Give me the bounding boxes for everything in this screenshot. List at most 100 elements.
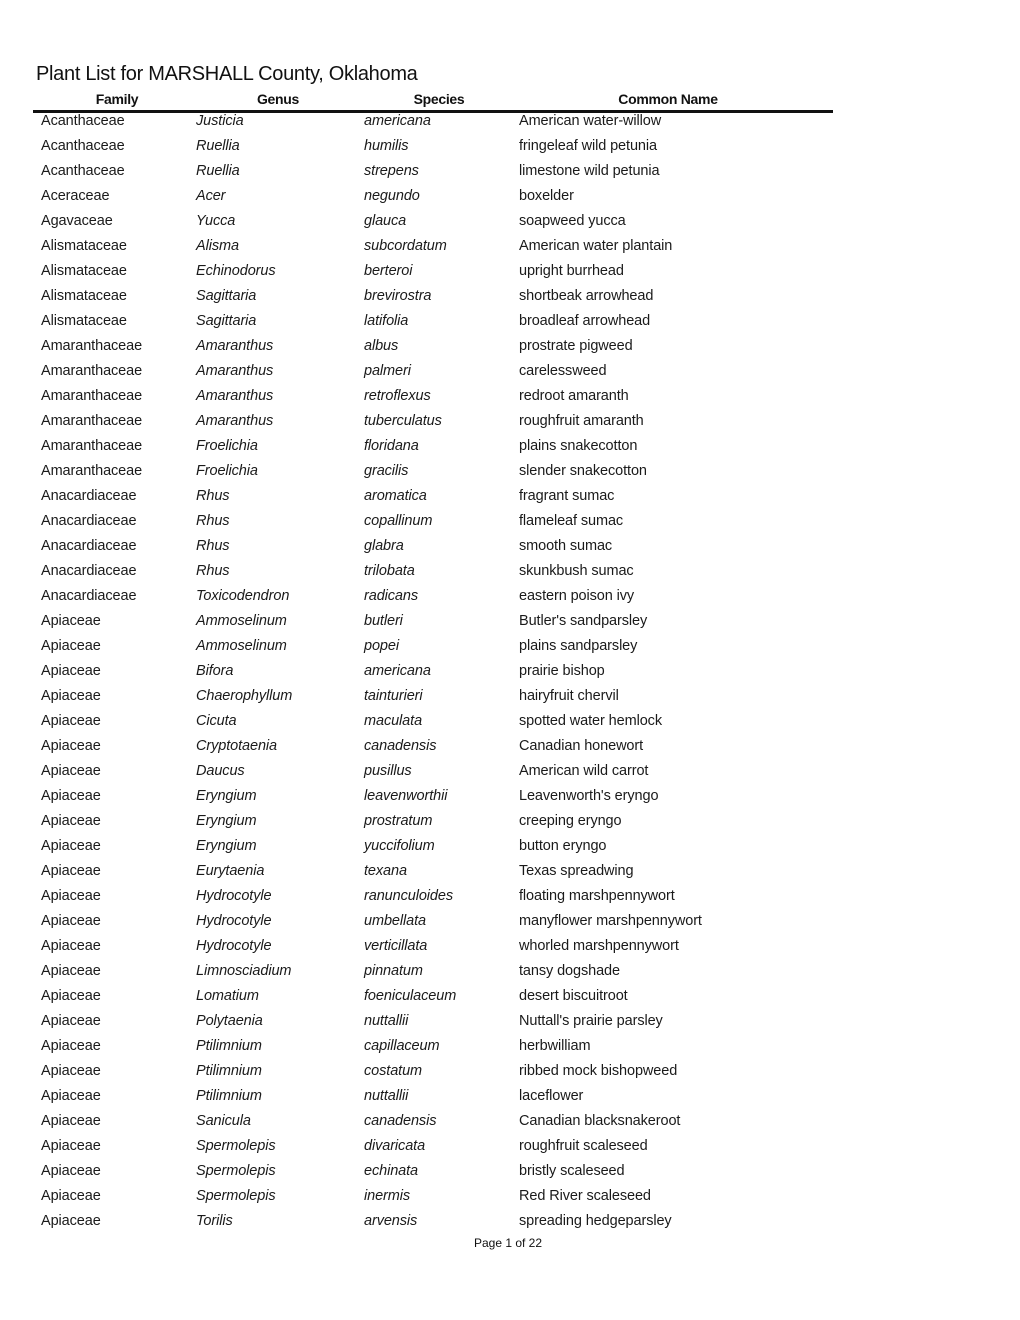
cell-family: Apiaceae bbox=[41, 713, 101, 729]
cell-family: Acanthaceae bbox=[41, 113, 125, 129]
table-row: Alismataceae Sagittaria latifolia broadleaf… bbox=[0, 312, 1020, 337]
table-row: Amaranthaceae Amaranthus palmeri carelesswe… bbox=[0, 362, 1020, 387]
cell-species: divaricata bbox=[364, 1138, 426, 1154]
table-row: Apiaceae Bifora americana prairie bishop bbox=[0, 662, 1020, 687]
cell-genus: Yucca bbox=[196, 213, 236, 229]
cell-genus: Spermolepis bbox=[196, 1138, 276, 1154]
cell-family: Acanthaceae bbox=[41, 138, 125, 154]
cell-species: palmeri bbox=[364, 363, 411, 379]
cell-species: berteroi bbox=[364, 263, 413, 279]
cell-species: foeniculaceum bbox=[364, 988, 457, 1004]
cell-genus: Justicia bbox=[196, 113, 244, 129]
cell-species: aromatica bbox=[364, 488, 427, 504]
cell-family: Apiaceae bbox=[41, 1113, 101, 1129]
document-page: Plant List for MARSHALL County, Oklahoma… bbox=[0, 0, 1020, 1320]
cell-common-name: limestone wild petunia bbox=[519, 163, 660, 179]
cell-family: Apiaceae bbox=[41, 688, 101, 704]
cell-family: Alismataceae bbox=[41, 263, 127, 279]
cell-family: Apiaceae bbox=[41, 1188, 101, 1204]
cell-common-name: fringeleaf wild petunia bbox=[519, 138, 657, 154]
cell-common-name: Leavenworth's eryngo bbox=[519, 788, 659, 804]
cell-common-name: Texas spreadwing bbox=[519, 863, 634, 879]
cell-genus: Alisma bbox=[196, 238, 239, 254]
cell-species: humilis bbox=[364, 138, 409, 154]
cell-common-name: soapweed yucca bbox=[519, 213, 626, 229]
table-row: Acanthaceae Justicia americana American wat… bbox=[0, 112, 1020, 137]
table-row: Aceraceae Acer negundo boxelder bbox=[0, 187, 1020, 212]
cell-species: pinnatum bbox=[364, 963, 423, 979]
cell-genus: Ptilimnium bbox=[196, 1088, 262, 1104]
cell-common-name: broadleaf arrowhead bbox=[519, 313, 651, 329]
cell-species: canadensis bbox=[364, 1113, 437, 1129]
table-row: Apiaceae Cryptotaenia canadensis Canadian h… bbox=[0, 737, 1020, 762]
cell-genus: Ammoselinum bbox=[196, 638, 287, 654]
cell-species: subcordatum bbox=[364, 238, 447, 254]
cell-species: umbellata bbox=[364, 913, 426, 929]
table-header: Family Genus Species Common Name bbox=[33, 90, 833, 113]
cell-family: Anacardiaceae bbox=[41, 538, 137, 554]
cell-genus: Torilis bbox=[196, 1213, 233, 1229]
cell-genus: Froelichia bbox=[196, 438, 258, 454]
table-row: Acanthaceae Ruellia humilis fringeleaf wild… bbox=[0, 137, 1020, 162]
cell-family: Anacardiaceae bbox=[41, 563, 137, 579]
table-row: Alismataceae Sagittaria brevirostra shortbe… bbox=[0, 287, 1020, 312]
cell-common-name: Butler's sandparsley bbox=[519, 613, 648, 629]
table-row: Apiaceae Eryngium leavenworthii Leavenworth… bbox=[0, 787, 1020, 812]
cell-common-name: slender snakecotton bbox=[519, 463, 647, 479]
cell-family: Apiaceae bbox=[41, 963, 101, 979]
cell-family: Amaranthaceae bbox=[41, 438, 143, 454]
table-row: Apiaceae Eryngium prostratum creeping eryng… bbox=[0, 812, 1020, 837]
cell-genus: Spermolepis bbox=[196, 1188, 276, 1204]
cell-family: Apiaceae bbox=[41, 913, 101, 929]
cell-common-name: herbwilliam bbox=[519, 1038, 591, 1054]
cell-species: maculata bbox=[364, 713, 423, 729]
cell-common-name: floating marshpennywort bbox=[519, 888, 675, 904]
cell-common-name: American water plantain bbox=[519, 238, 673, 254]
cell-common-name: desert biscuitroot bbox=[519, 988, 628, 1004]
column-header-species: Species bbox=[413, 91, 465, 107]
table-row: Alismataceae Echinodorus berteroi upright b… bbox=[0, 262, 1020, 287]
cell-common-name: creeping eryngo bbox=[519, 813, 622, 829]
cell-species: nuttallii bbox=[364, 1013, 409, 1029]
cell-species: popei bbox=[364, 638, 399, 654]
cell-genus: Limnosciadium bbox=[196, 963, 292, 979]
cell-genus: Eryngium bbox=[196, 838, 257, 854]
cell-family: Amaranthaceae bbox=[41, 413, 143, 429]
cell-species: americana bbox=[364, 113, 431, 129]
cell-genus: Lomatium bbox=[196, 988, 259, 1004]
cell-genus: Ruellia bbox=[196, 163, 240, 179]
cell-genus: Rhus bbox=[196, 513, 230, 529]
cell-family: Alismataceae bbox=[41, 313, 127, 329]
cell-family: Apiaceae bbox=[41, 613, 101, 629]
cell-species: negundo bbox=[364, 188, 420, 204]
cell-species: glabra bbox=[364, 538, 404, 554]
cell-common-name: upright burrhead bbox=[519, 263, 624, 279]
cell-species: copallinum bbox=[364, 513, 433, 529]
table-row: Apiaceae Spermolepis inermis Red River scal… bbox=[0, 1187, 1020, 1212]
cell-common-name: bristly scaleseed bbox=[519, 1163, 625, 1179]
cell-common-name: whorled marshpennywort bbox=[519, 938, 679, 954]
table-row: Apiaceae Cicuta maculata spotted water heml… bbox=[0, 712, 1020, 737]
cell-common-name: carelessweed bbox=[519, 363, 607, 379]
cell-common-name: smooth sumac bbox=[519, 538, 613, 554]
cell-genus: Hydrocotyle bbox=[196, 913, 272, 929]
table-row: Anacardiaceae Toxicodendron radicans easter… bbox=[0, 587, 1020, 612]
cell-genus: Ptilimnium bbox=[196, 1063, 262, 1079]
cell-species: pusillus bbox=[364, 763, 412, 779]
cell-species: texana bbox=[364, 863, 407, 879]
cell-genus: Eurytaenia bbox=[196, 863, 265, 879]
table-row: Apiaceae Ammoselinum popei plains sandparsl… bbox=[0, 637, 1020, 662]
cell-species: gracilis bbox=[364, 463, 409, 479]
cell-species: radicans bbox=[364, 588, 419, 604]
cell-genus: Echinodorus bbox=[196, 263, 276, 279]
cell-species: costatum bbox=[364, 1063, 423, 1079]
cell-species: capillaceum bbox=[364, 1038, 440, 1054]
column-header-common-name: Common Name bbox=[618, 91, 718, 107]
cell-genus: Toxicodendron bbox=[196, 588, 290, 604]
cell-family: Apiaceae bbox=[41, 788, 101, 804]
cell-common-name: Nuttall's prairie parsley bbox=[519, 1013, 663, 1029]
cell-common-name: boxelder bbox=[519, 188, 574, 204]
cell-species: floridana bbox=[364, 438, 419, 454]
cell-common-name: plains snakecotton bbox=[519, 438, 638, 454]
table-row: Apiaceae Chaerophyllum tainturieri hairyfru… bbox=[0, 687, 1020, 712]
